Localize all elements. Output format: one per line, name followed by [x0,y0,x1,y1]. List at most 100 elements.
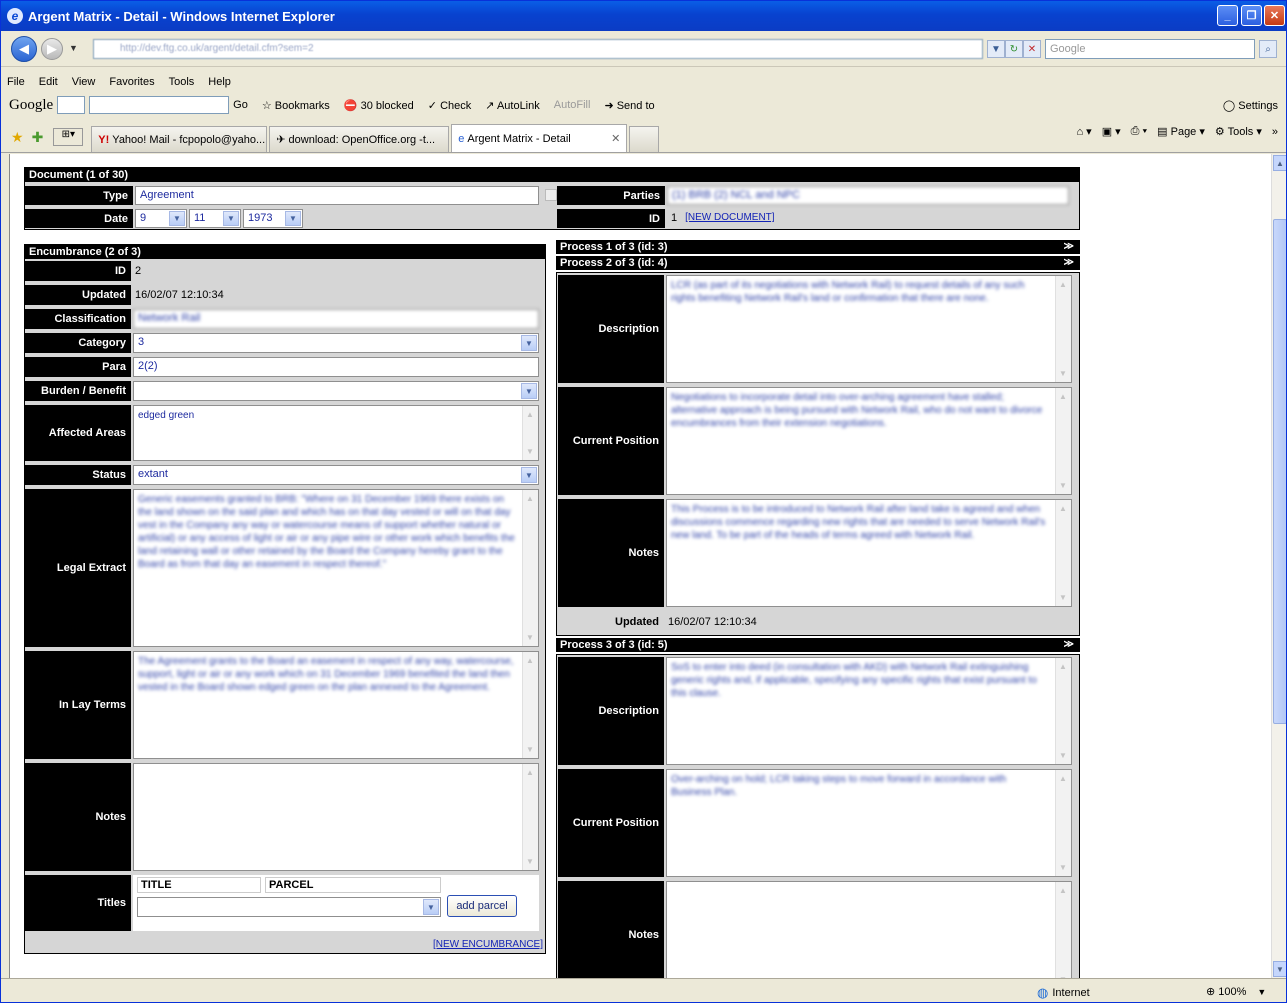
textarea-scrollbar[interactable] [1055,882,1071,978]
menu-tools[interactable]: Tools [169,76,195,88]
sendto-button[interactable]: ➜ Send to [604,99,654,112]
tab-yahoo-mail[interactable]: Y! Yahoo! Mail - fcpopolo@yaho... [91,126,268,152]
page-menu[interactable]: ▤ Page ▾ [1157,125,1205,138]
tools-menu[interactable]: ⚙ Tools ▾ [1215,125,1262,138]
search-input[interactable]: Google [1045,39,1255,59]
new-encumbrance-link[interactable]: [NEW ENCUMBRANCE] [433,939,543,950]
process-2-header[interactable]: Process 2 of 3 (id: 4) ≫ [556,256,1080,270]
affected-areas-textarea[interactable]: edged green [133,405,539,461]
textarea-scrollbar[interactable] [522,490,538,646]
autofill-button[interactable]: AutoFill [554,99,591,111]
menu-view[interactable]: View [72,76,96,88]
day-select[interactable]: 9 ▼ [135,209,187,228]
google-go-button[interactable]: Go [233,99,248,111]
p2-position-textarea[interactable]: Negotiations to incorporate detail into … [666,387,1072,495]
history-dropdown-icon[interactable]: ▼ [69,43,78,53]
process-3-header[interactable]: Process 3 of 3 (id: 5) ≫ [556,638,1080,652]
legal-extract-textarea[interactable]: Generic easements granted to BRB: "Where… [133,489,539,647]
close-button[interactable]: ✕ [1264,5,1285,26]
tab-openoffice[interactable]: ✈ download: OpenOffice.org -t... [269,126,450,152]
titles-select[interactable]: ▼ [137,897,441,917]
textarea-scrollbar[interactable] [522,652,538,758]
scroll-thumb[interactable] [1273,219,1286,724]
settings-button[interactable]: ◯ Settings [1223,99,1278,112]
p2-description-textarea[interactable]: LCR (as part of its negotiations with Ne… [666,275,1072,383]
favorites-star-icon[interactable]: ★ [11,129,24,146]
new-document-link[interactable]: [NEW DOCUMENT] [683,209,776,228]
category-select[interactable]: 3 ▼ [133,333,539,353]
scroll-down-icon[interactable]: ▼ [1273,961,1286,977]
popup-blocker-button[interactable]: ⛔ 30 blocked [344,99,414,112]
textarea-scrollbar[interactable] [1055,276,1071,382]
menu-bar: File Edit View Favorites Tools Help [1,73,1286,91]
stop-button[interactable]: ✕ [1023,40,1041,58]
p3-position-label: Current Position [558,769,664,877]
month-select[interactable]: 11 ▼ [189,209,241,228]
print-icon[interactable]: ⎙ ▾ [1131,125,1147,138]
lay-terms-textarea[interactable]: The Agreement grants to the Board an eas… [133,651,539,759]
menu-edit[interactable]: Edit [39,76,58,88]
textarea-scrollbar[interactable] [522,764,538,870]
scroll-up-icon[interactable]: ▲ [1273,155,1286,171]
url-input[interactable]: http://dev.ftg.co.uk/argent/detail.cfm?s… [93,39,983,59]
quick-tabs-button[interactable]: ⊞▾ [53,128,84,146]
bookmarks-button[interactable]: ☆ Bookmarks [262,99,330,112]
page-scrollbar[interactable]: ▲ ▼ [1271,154,1286,978]
feeds-icon[interactable]: ▣ ▾ [1102,125,1121,138]
forward-button[interactable]: ▶ [41,38,63,60]
burden-benefit-select[interactable]: ▼ [133,381,539,401]
para-input[interactable]: 2(2) [133,357,539,377]
classification-input[interactable]: Network Rail [133,309,539,329]
url-dropdown-button[interactable]: ▼ [987,40,1005,58]
menu-help[interactable]: Help [208,76,231,88]
refresh-button[interactable]: ↻ [1005,40,1023,58]
collapse-icon[interactable]: ≫ [1064,256,1074,270]
type-checkbox[interactable] [545,189,557,201]
encumbrance-header: Encumbrance (2 of 3) [25,245,545,259]
expand-icon[interactable]: ≫ [1064,240,1074,254]
p3-position-textarea[interactable]: Over-arching on hold; LCR taking steps t… [666,769,1072,877]
minimize-button[interactable]: _ [1217,5,1238,26]
p2-notes-textarea[interactable]: This Process is to be introduced to Netw… [666,499,1072,607]
add-parcel-button[interactable]: add parcel [447,895,517,917]
p2-position-label: Current Position [558,387,664,495]
year-select[interactable]: 1973 ▼ [243,209,303,228]
back-button[interactable]: ◀ [11,36,37,62]
parties-input[interactable]: (1) BRB (2) NCL and NPC [667,186,1069,205]
new-tab-button[interactable] [629,126,660,152]
p3-description-textarea[interactable]: SoS to enter into deed (in consultation … [666,657,1072,765]
menu-file[interactable]: File [7,76,25,88]
date-label: Date [25,209,133,228]
google-search-input[interactable] [89,96,230,114]
textarea-scrollbar[interactable] [522,406,538,460]
google-menu-button[interactable] [57,96,86,114]
textarea-scrollbar[interactable] [1055,658,1071,764]
add-favorite-icon[interactable]: ✚ [32,129,44,146]
collapse-icon[interactable]: ≫ [1064,638,1074,652]
p3-notes-textarea[interactable] [666,881,1072,978]
notes-label: Notes [25,763,131,871]
notes-textarea[interactable] [133,763,539,871]
chevron-down-icon[interactable]: ▼ [1257,987,1266,997]
category-value: 3 [138,336,145,348]
home-icon[interactable]: ⌂ ▾ [1076,125,1091,138]
spellcheck-button[interactable]: ✓ Check [428,99,471,112]
autolink-button[interactable]: ↗ AutoLink [485,99,539,112]
zoom-control[interactable]: ⊕ 100% ▼ [1206,985,1266,999]
tab-argent-matrix[interactable]: e Argent Matrix - Detail ✕ [451,124,628,152]
textarea-scrollbar[interactable] [1055,388,1071,494]
chevron-right-icon[interactable]: » [1272,126,1278,138]
chevron-down-icon: ▼ [521,335,537,351]
close-tab-icon[interactable]: ✕ [611,132,620,145]
textarea-scrollbar[interactable] [1055,770,1071,876]
process-1-header[interactable]: Process 1 of 3 (id: 3) ≫ [556,240,1080,254]
maximize-button[interactable]: ❐ [1241,5,1262,26]
status-select[interactable]: extant ▼ [133,465,539,485]
bookmarks-label: Bookmarks [274,99,330,112]
type-input[interactable]: Agreement [135,186,539,205]
textarea-scrollbar[interactable] [1055,500,1071,606]
menu-favorites[interactable]: Favorites [109,76,154,88]
search-icon[interactable]: ⌕ [1259,40,1277,58]
updated-value: 16/02/07 12:10:34 [135,289,224,301]
p3-description-label: Description [558,657,664,765]
